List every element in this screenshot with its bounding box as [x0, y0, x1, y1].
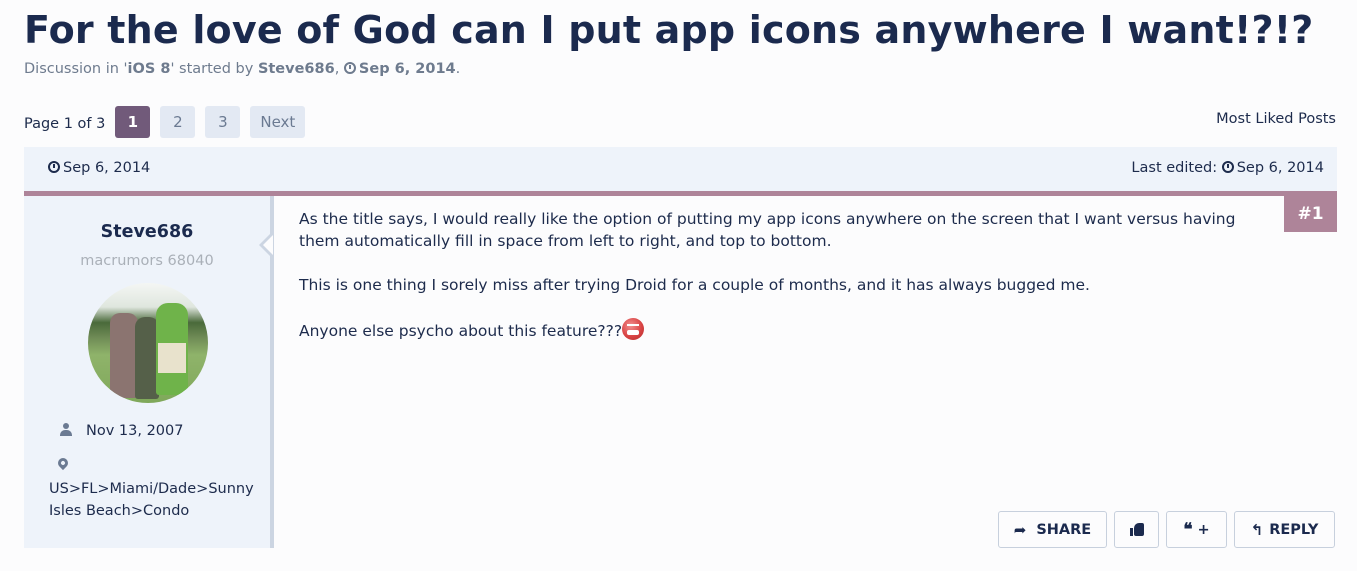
- multi-quote-button[interactable]: ❝ +: [1166, 511, 1227, 548]
- meta-mid: ' started by: [170, 61, 258, 77]
- avatar-figure-shorts: [158, 343, 186, 373]
- page-button-3[interactable]: 3: [205, 106, 241, 138]
- next-page-button[interactable]: Next: [250, 106, 306, 138]
- user-icon: [60, 423, 72, 436]
- post-body: As the title says, I would really like t…: [299, 208, 1259, 364]
- share-button[interactable]: ➦ SHARE: [998, 511, 1107, 548]
- post-paragraph-text: Anyone else psycho about this feature???: [299, 322, 623, 340]
- joined-date: Nov 13, 2007: [86, 423, 184, 439]
- post-number[interactable]: #1: [1284, 196, 1337, 232]
- post-header: Sep 6, 2014 Last edited: Sep 6, 2014: [24, 147, 1337, 191]
- most-liked-posts-link[interactable]: Most Liked Posts: [1216, 111, 1336, 127]
- clock-icon: [343, 62, 356, 74]
- share-label: SHARE: [1036, 521, 1092, 538]
- page-button-2[interactable]: 2: [160, 106, 196, 138]
- share-arrow-icon: ➦: [1013, 520, 1027, 539]
- user-name[interactable]: Steve686: [24, 222, 270, 242]
- post-date[interactable]: Sep 6, 2014: [48, 160, 150, 176]
- reply-button[interactable]: ↰ REPLY: [1234, 511, 1335, 548]
- quote-icon: ❝: [1183, 519, 1193, 540]
- avatar-figure: [110, 313, 138, 398]
- post-paragraph-last: Anyone else psycho about this feature???: [299, 318, 1259, 342]
- user-title: macrumors 68040: [80, 253, 214, 269]
- post-paragraph: As the title says, I would really like t…: [299, 210, 1236, 250]
- meta-prefix: Discussion in ': [24, 61, 128, 77]
- user-joined: Nov 13, 2007: [60, 423, 183, 439]
- page-button-1[interactable]: 1: [115, 106, 151, 138]
- user-location[interactable]: US>FL>Miami/Dade>Sunny Isles Beach>Condo: [49, 478, 254, 522]
- meta-end: .: [455, 61, 461, 77]
- thumbs-up-icon: [1129, 523, 1144, 536]
- thread-meta: Discussion in 'iOS 8' started by Steve68…: [24, 61, 460, 77]
- like-button[interactable]: [1114, 511, 1159, 548]
- clock-icon: [1221, 161, 1234, 173]
- reply-arrow-icon: ↰: [1250, 520, 1264, 539]
- last-edited-date: Sep 6, 2014: [1236, 160, 1324, 176]
- mad-smiley-icon: [622, 318, 645, 340]
- post-date-text: Sep 6, 2014: [63, 160, 151, 176]
- quote-plus-label: +: [1197, 521, 1210, 538]
- forum-link[interactable]: iOS 8: [128, 61, 171, 77]
- clock-icon: [48, 161, 60, 173]
- thread-title: For the love of God can I put app icons …: [24, 8, 1314, 52]
- thread-date[interactable]: Sep 6, 2014: [359, 61, 456, 77]
- last-edited: Last edited: Sep 6, 2014: [1131, 160, 1324, 176]
- reply-label: REPLY: [1269, 521, 1319, 538]
- user-avatar[interactable]: [88, 283, 208, 403]
- author-link[interactable]: Steve686: [258, 61, 335, 77]
- page-count-label: Page 1 of 3: [24, 116, 106, 132]
- post-paragraph: This is one thing I sorely miss after tr…: [299, 276, 1090, 294]
- last-edited-label: Last edited:: [1131, 160, 1218, 176]
- meta-sep: ,: [334, 61, 344, 77]
- post-actions: ➦ SHARE ❝ + ↰ REPLY: [991, 511, 1335, 548]
- pagination: Page 1 of 3 1 2 3 Next: [24, 106, 315, 138]
